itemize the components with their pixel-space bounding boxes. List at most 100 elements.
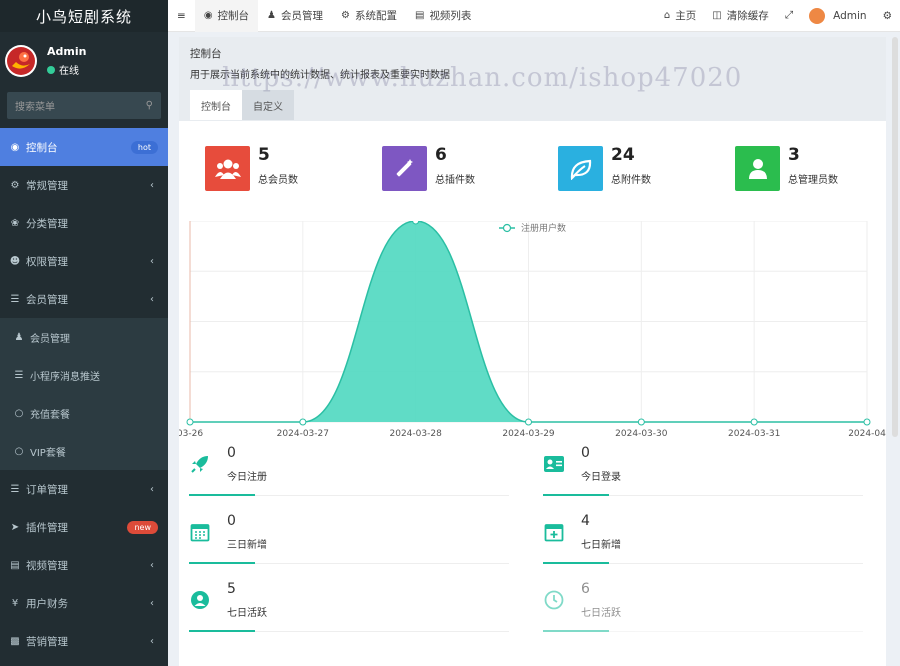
stat-card-attachments: 24 总附件数 [558, 145, 651, 191]
info-value: 0 [227, 513, 236, 529]
sidebar-item-videos[interactable]: ▤ 视频管理 ‹ [0, 546, 168, 584]
data-point[interactable] [637, 418, 645, 426]
user-menu[interactable]: Admin [801, 0, 874, 32]
registrations-chart: 03-26 2024-03-27 2024-03-28 2024-03-29 2024-… [179, 221, 886, 439]
sidebar: 小鸟短剧系统 Admin 在线 搜索菜单 ⚲ ◉ 控制台 hot ⚙ 常规管理 … [0, 0, 168, 666]
x-tick-label: 2024-03-29 [502, 429, 555, 439]
x-tick-label: 03-26 [179, 429, 203, 439]
clear-cache-button[interactable]: ◫ 清除缓存 [704, 0, 776, 32]
home-link[interactable]: ⌂ 主页 [656, 0, 704, 32]
expand-icon: ⤢ [784, 9, 794, 21]
page-title: 控制台 [190, 48, 222, 60]
list-icon: ☰ [10, 483, 20, 495]
calendar-icon [189, 521, 211, 543]
user-circle-icon [189, 589, 211, 611]
info-today-login: 0 今日登录 [533, 445, 863, 496]
sidebar-item-marketing[interactable]: ▩ 营销管理 ‹ [0, 622, 168, 660]
sidebar-subitem-members[interactable]: ♟ 会员管理 [0, 318, 168, 356]
sidebar-item-plugins[interactable]: ➤ 插件管理 new [0, 508, 168, 546]
user-icon [735, 146, 780, 191]
sidebar-item-label: 视频管理 [26, 559, 68, 572]
tab-video-list[interactable]: ▤ 视频列表 [406, 0, 480, 32]
sidebar-item-label: 用户财务 [26, 597, 68, 610]
settings-button[interactable]: ⚙ [875, 0, 900, 32]
info-seven-day-active-2: 6 七日活跃 [533, 581, 863, 632]
members-submenu: ♟ 会员管理 ☰ 小程序消息推送 ○ 充值套餐 ○ VIP套餐 [0, 318, 168, 470]
sidebar-item-finance[interactable]: ¥ 用户财务 ‹ [0, 584, 168, 622]
sidebar-item-label: 充值套餐 [30, 409, 70, 421]
info-value: 6 [581, 581, 590, 597]
stat-value: 6 [435, 145, 447, 165]
tab-custom[interactable]: 自定义 [242, 90, 294, 120]
tab-label: 控制台 [217, 10, 250, 22]
home-icon: ⌂ [663, 10, 671, 21]
stat-label: 总插件数 [435, 175, 475, 186]
user-icon: ♟ [267, 10, 277, 21]
sidebar-item-orders[interactable]: ☰ 订单管理 ‹ [0, 470, 168, 508]
stat-value: 3 [788, 145, 800, 165]
info-label: 三日新增 [227, 540, 267, 551]
search-input[interactable]: 搜索菜单 ⚲ [7, 92, 161, 119]
vcard-icon [543, 453, 565, 475]
chevron-left-icon: ‹ [150, 179, 154, 191]
page-header: 控制台 用于展示当前系统中的统计数据、统计报表及重要实时数据 控制台 自定义 [179, 37, 886, 121]
online-dot-icon [47, 65, 55, 74]
tab-members[interactable]: ♟ 会员管理 [258, 0, 332, 32]
gear-icon: ⚙ [341, 10, 350, 21]
user-status-label: 在线 [59, 66, 79, 77]
x-tick-label: 2024-03-30 [615, 429, 668, 439]
dashboard-icon: ◉ [10, 141, 20, 153]
info-label: 今日注册 [227, 472, 267, 483]
sidebar-subitem-vip[interactable]: ○ VIP套餐 [0, 432, 168, 470]
data-point[interactable] [863, 418, 871, 426]
yen-icon: ¥ [11, 597, 19, 609]
info-label: 七日活跃 [227, 608, 267, 619]
clear-cache-label: 清除缓存 [726, 10, 769, 22]
legend-marker[interactable] [502, 223, 512, 233]
fullscreen-button[interactable]: ⤢ [777, 0, 801, 32]
dashboard-panel: 5 总会员数 6 总插件数 24 总附件数 3 总管理员数 03-26 2024-03-2… [179, 121, 886, 666]
sidebar-item-category[interactable]: ❀ 分类管理 [0, 204, 168, 242]
chevron-left-icon: ‹ [150, 293, 154, 305]
search-placeholder: 搜索菜单 [15, 102, 55, 113]
chevron-left-icon: ‹ [150, 635, 154, 647]
chevron-left-icon: ‹ [150, 559, 154, 571]
data-point[interactable] [412, 221, 420, 225]
data-point[interactable] [525, 418, 532, 426]
sidebar-subitem-push[interactable]: ☰ 小程序消息推送 [0, 356, 168, 394]
info-label: 七日新增 [581, 540, 621, 551]
calendar-plus-icon [543, 521, 565, 543]
sidebar-item-label: 小程序消息推送 [30, 371, 100, 383]
data-point[interactable] [299, 418, 307, 426]
list-icon: ☰ [14, 369, 24, 381]
tab-system-config[interactable]: ⚙ 系统配置 [332, 0, 406, 32]
tab-dashboard-panel[interactable]: 控制台 [190, 90, 242, 120]
tab-label: 会员管理 [281, 10, 324, 22]
chevron-left-icon: ‹ [150, 483, 154, 495]
data-point[interactable] [750, 418, 758, 426]
stat-card-admins: 3 总管理员数 [735, 145, 838, 191]
legend-label: 注册用户数 [521, 222, 566, 234]
new-badge: new [127, 520, 158, 534]
page-scrollbar[interactable] [892, 37, 898, 437]
search-icon[interactable]: ⚲ [146, 100, 153, 111]
user-icon: ♟ [14, 331, 24, 343]
sidebar-item-general[interactable]: ⚙ 常规管理 ‹ [0, 166, 168, 204]
tab-dashboard[interactable]: ◉ 控制台 [194, 0, 259, 32]
data-point[interactable] [186, 418, 194, 426]
app-logo[interactable]: 小鸟短剧系统 [0, 0, 168, 32]
sidebar-subitem-recharge[interactable]: ○ 充值套餐 [0, 394, 168, 432]
sidebar-item-label: 会员管理 [30, 333, 70, 345]
avatar [809, 7, 826, 24]
sidebar-item-dashboard[interactable]: ◉ 控制台 hot [0, 128, 168, 166]
avatar [5, 45, 37, 77]
sidebar-item-auth[interactable]: ☻ 权限管理 ‹ [0, 242, 168, 280]
page-description: 用于展示当前系统中的统计数据、统计报表及重要实时数据 [190, 70, 450, 81]
sidebar-item-members[interactable]: ☰ 会员管理 ‹ [0, 280, 168, 318]
stat-value: 24 [611, 145, 635, 165]
menu-toggle-button[interactable]: ≡ [168, 0, 195, 32]
user-status: 在线 [47, 62, 86, 77]
stat-card-members: 5 总会员数 [205, 145, 298, 191]
x-tick-label: 2024-03-28 [390, 429, 443, 439]
sidebar-menu: ◉ 控制台 hot ⚙ 常规管理 ‹ ❀ 分类管理 ☻ 权限管理 ‹ ☰ 会员管… [0, 128, 168, 660]
